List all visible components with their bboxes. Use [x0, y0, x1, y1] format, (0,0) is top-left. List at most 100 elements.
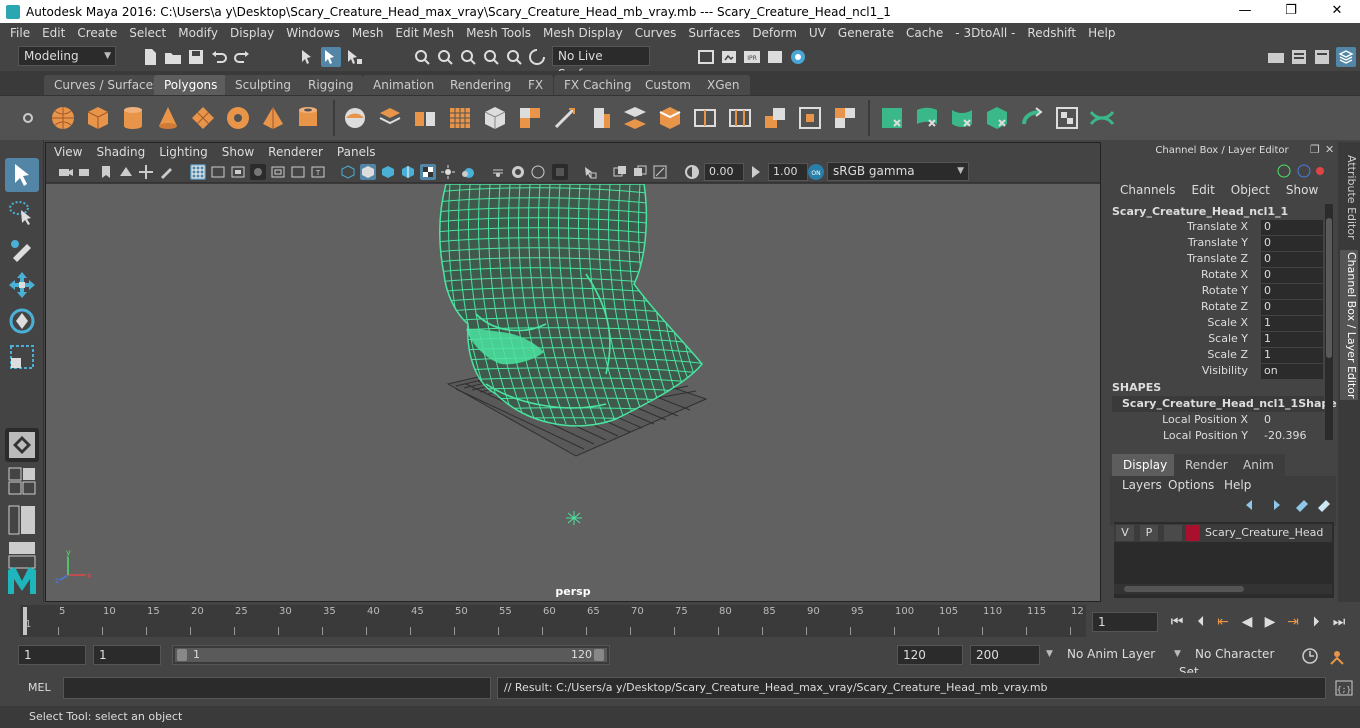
menu-help[interactable]: Help	[1082, 26, 1121, 40]
layer-menu-help[interactable]: Help	[1224, 478, 1251, 492]
layer-visibility-toggle[interactable]: V	[1116, 525, 1134, 541]
playback-start-field[interactable]: 1	[93, 645, 161, 665]
script-editor-icon[interactable]: {;}	[1334, 678, 1354, 698]
panel-menu-renderer[interactable]: Renderer	[268, 145, 323, 159]
safe-title-icon[interactable]: T	[310, 164, 326, 180]
attr-value[interactable]: 0	[1261, 236, 1323, 251]
panel-menu-shading[interactable]: Shading	[96, 145, 145, 159]
menu-mesh-tools[interactable]: Mesh Tools	[460, 26, 537, 40]
shelf-tab-fx[interactable]: FX	[518, 75, 554, 95]
cylindrical-map-icon[interactable]	[913, 104, 941, 132]
close-panel-icon[interactable]: ✕	[1325, 143, 1334, 156]
shape-node-name[interactable]: Scary_Creature_Head_ncl1_1Shape	[1112, 396, 1337, 412]
go-to-start-button[interactable]: ⏮	[1168, 612, 1186, 632]
scale-tool-icon[interactable]	[5, 340, 39, 374]
perspective-viewport[interactable]: x y z persp	[46, 184, 1100, 601]
select-component-icon[interactable]	[344, 47, 364, 67]
attr-scale-z[interactable]: Scale Z 1	[1106, 347, 1324, 363]
wireframe-shading-icon[interactable]	[340, 164, 356, 180]
menu-windows[interactable]: Windows	[280, 26, 346, 40]
scrollbar-thumb[interactable]	[1124, 586, 1244, 592]
attr-value[interactable]: 1	[1261, 332, 1323, 347]
auto-key-icon[interactable]	[1300, 646, 1320, 666]
attr-visibility[interactable]: Visibility on	[1106, 363, 1324, 379]
scene-view[interactable]: x y z	[46, 184, 1100, 601]
multi-cut-icon[interactable]	[551, 104, 579, 132]
layer-tab-render[interactable]: Render	[1174, 454, 1239, 476]
shelf-tab-polygons[interactable]: Polygons	[154, 75, 228, 95]
poly-cube-icon[interactable]	[84, 104, 112, 132]
menu-surfaces[interactable]: Surfaces	[682, 26, 746, 40]
snap-view-plane-icon[interactable]	[481, 47, 501, 67]
hypershade-icon[interactable]	[788, 47, 808, 67]
layer-name[interactable]: Scary_Creature_Head	[1205, 525, 1323, 541]
attr-rotate-z[interactable]: Rotate Z 0	[1106, 299, 1324, 315]
move-layer-down-icon[interactable]	[1266, 498, 1282, 512]
menu-deform[interactable]: Deform	[746, 26, 803, 40]
layer-color-swatch[interactable]	[1186, 525, 1200, 541]
shelf-tab-fx-caching[interactable]: FX Caching	[554, 75, 642, 95]
append-polygon-icon[interactable]	[761, 104, 789, 132]
make-live-icon[interactable]	[527, 47, 547, 67]
uv-checker-icon[interactable]	[1053, 104, 1081, 132]
textured-icon[interactable]	[400, 164, 416, 180]
poly-torus-icon[interactable]	[224, 104, 252, 132]
play-forwards-button[interactable]: ▶	[1261, 612, 1279, 632]
selected-object-name[interactable]: Scary_Creature_Head_ncl1_1	[1112, 205, 1288, 218]
poly-cone-icon[interactable]	[154, 104, 182, 132]
menu-cache[interactable]: Cache	[900, 26, 949, 40]
fill-hole-icon[interactable]	[796, 104, 824, 132]
open-scene-icon[interactable]	[163, 47, 183, 67]
single-perspective-layout-icon[interactable]	[5, 428, 39, 462]
attribute-editor-tab[interactable]: Attribute Editor	[1340, 152, 1358, 242]
range-handle-left[interactable]	[177, 649, 187, 661]
isolate-select-icon[interactable]	[552, 164, 568, 180]
attr-value[interactable]: 0	[1261, 300, 1323, 315]
attr-value[interactable]: 0	[1261, 252, 1323, 267]
menu-modify[interactable]: Modify	[172, 26, 224, 40]
menu-mesh[interactable]: Mesh	[346, 26, 390, 40]
camera-select-icon[interactable]	[78, 164, 94, 180]
backface-culling-icon[interactable]	[652, 164, 668, 180]
mirror-icon[interactable]	[411, 104, 439, 132]
paint-select-tool-icon[interactable]	[5, 232, 39, 266]
lasso-tool-icon[interactable]	[5, 196, 39, 230]
channel-box-scrollbar[interactable]	[1325, 204, 1333, 440]
gamma-field[interactable]: 1.00	[768, 163, 808, 181]
2d-pan-zoom-icon[interactable]	[138, 164, 154, 180]
wireframe-on-shaded-icon[interactable]	[380, 164, 396, 180]
new-layer-icon[interactable]	[1294, 498, 1310, 512]
gate-mask-icon[interactable]	[250, 164, 266, 180]
xray-icon[interactable]	[582, 164, 598, 180]
go-to-end-button[interactable]: ⏭	[1330, 612, 1348, 632]
layer-list-scrollbar[interactable]	[1114, 584, 1332, 594]
uv-editor-icon[interactable]	[1018, 104, 1046, 132]
bridge-icon[interactable]	[621, 104, 649, 132]
image-plane-icon[interactable]	[118, 164, 134, 180]
manipulator-gizmo-icon[interactable]	[1276, 162, 1326, 180]
shelf-tab-rigging[interactable]: Rigging	[298, 75, 364, 95]
step-forward-frame-button[interactable]: ⏵	[1307, 612, 1325, 632]
attr-value[interactable]: 0	[1261, 284, 1323, 299]
attr-rotate-x[interactable]: Rotate X 0	[1106, 267, 1324, 283]
float-panel-icon[interactable]: ❐	[1310, 143, 1320, 156]
cb-menu-object[interactable]: Object	[1231, 183, 1270, 201]
step-back-key-button[interactable]: ⇤	[1214, 612, 1232, 632]
attr-translate-y[interactable]: Translate Y 0	[1106, 235, 1324, 251]
shelf-tab-curves-surfaces[interactable]: Curves / Surfaces	[44, 75, 170, 95]
menu-create[interactable]: Create	[71, 26, 123, 40]
render-settings-icon[interactable]	[765, 47, 785, 67]
motion-blur-icon[interactable]	[490, 164, 506, 180]
combine-icon[interactable]	[341, 104, 369, 132]
channel-box-layer-editor-tab[interactable]: Channel Box / Layer Editor	[1340, 250, 1358, 400]
shelf-tab-xgen[interactable]: XGen	[697, 75, 750, 95]
minimize-button[interactable]: —	[1222, 0, 1268, 23]
move-tool-icon[interactable]	[5, 268, 39, 302]
menu-generate[interactable]: Generate	[832, 26, 900, 40]
attribute-editor-toggle-icon[interactable]	[1312, 47, 1332, 67]
panel-menu-show[interactable]: Show	[222, 145, 254, 159]
workspace-icon[interactable]	[1266, 47, 1286, 67]
script-language-toggle[interactable]: MEL	[28, 681, 51, 694]
grease-pencil-icon[interactable]	[158, 164, 174, 180]
playback-end-field[interactable]: 120	[897, 645, 963, 665]
